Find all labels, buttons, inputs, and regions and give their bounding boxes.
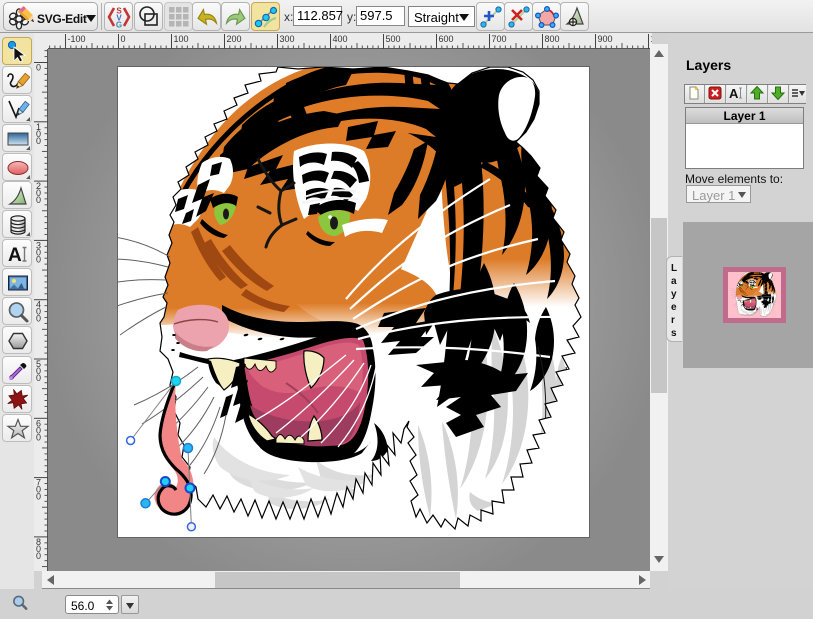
svg-text:0: 0 [36, 314, 41, 324]
svg-text:100: 100 [174, 34, 189, 44]
svg-text:0: 0 [121, 34, 126, 44]
svg-text:300: 300 [280, 34, 295, 44]
svg-text:1000: 1000 [651, 34, 653, 44]
svg-text:400: 400 [333, 34, 348, 44]
svg-text:0: 0 [36, 254, 41, 264]
svg-text:800: 800 [545, 34, 560, 44]
svg-text:0: 0 [36, 432, 41, 442]
svg-text:0: 0 [36, 373, 41, 383]
svg-text:G: G [116, 21, 122, 30]
svg-text:-100: -100 [68, 34, 86, 44]
svg-text:0: 0 [36, 551, 41, 561]
svg-text:900: 900 [598, 34, 613, 44]
svg-text:A: A [8, 245, 22, 266]
svg-text:600: 600 [439, 34, 454, 44]
svg-text:700: 700 [492, 34, 507, 44]
svg-text:0: 0 [36, 492, 41, 502]
svg-text:0: 0 [36, 136, 41, 146]
svg-text:0: 0 [36, 195, 41, 205]
svg-text:500: 500 [386, 34, 401, 44]
svg-text:200: 200 [227, 34, 242, 44]
svg-text:0: 0 [36, 63, 41, 73]
svg-text:A: A [729, 86, 739, 101]
